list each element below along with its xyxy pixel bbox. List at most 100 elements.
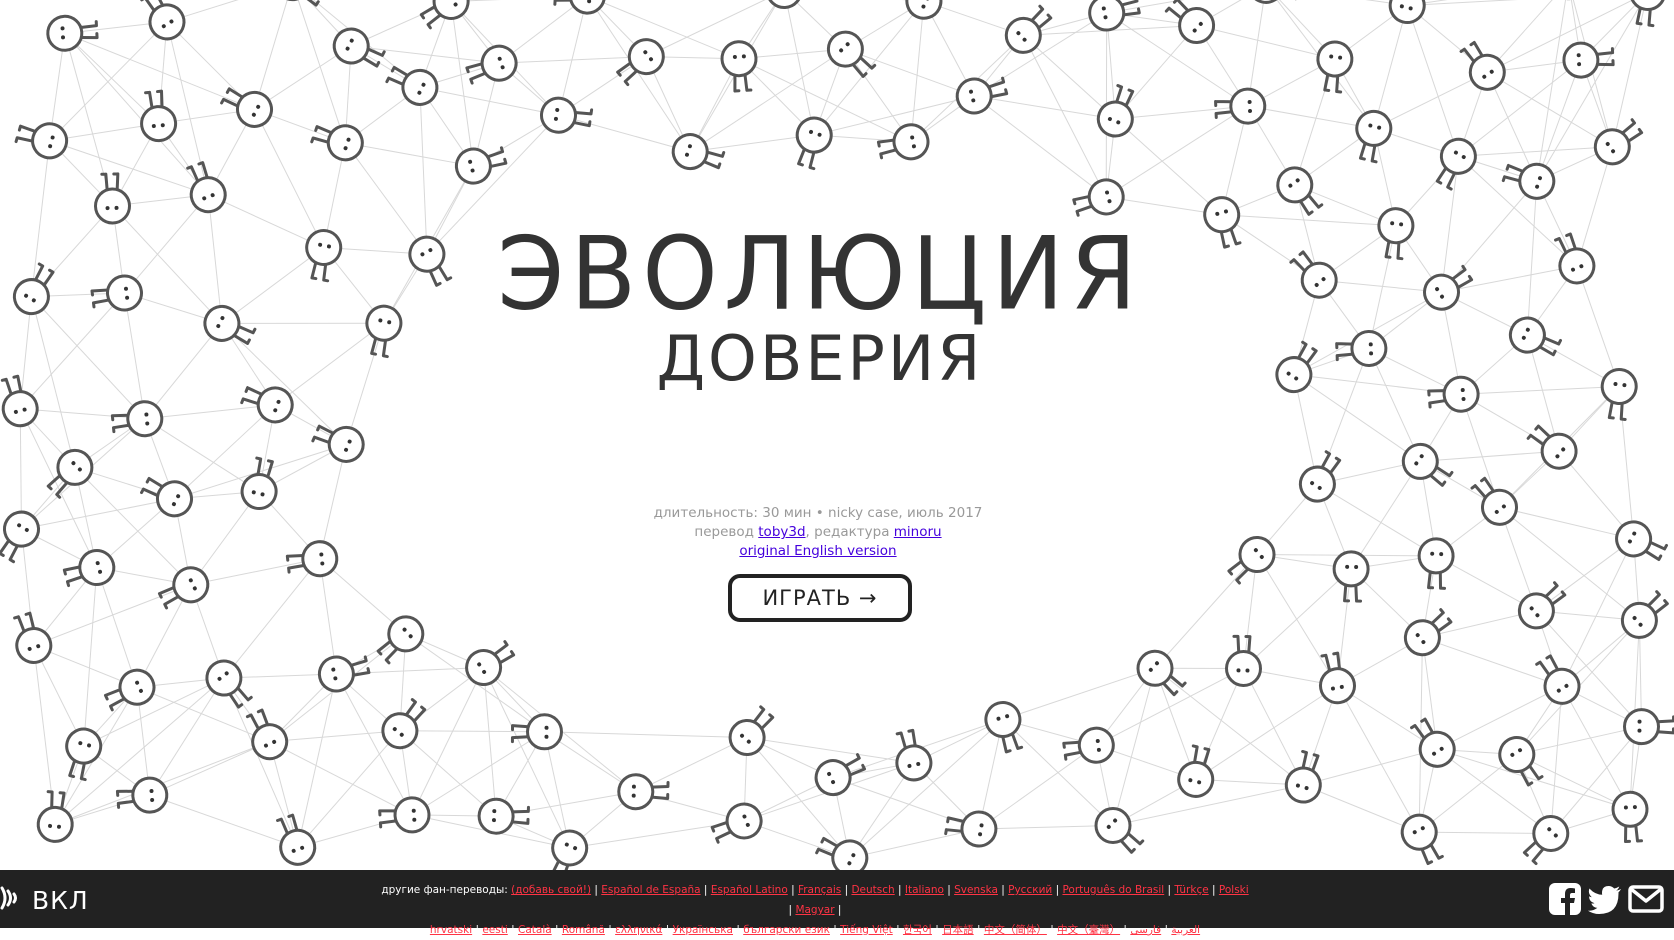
peep-figure [239,456,283,512]
translation-link[interactable]: Русский [1008,884,1052,896]
speaker-sound-icon [0,882,26,918]
peep-figure [47,15,98,52]
translation-link[interactable]: eesti [482,924,507,936]
peep-figure [1350,108,1394,164]
peep-figure [14,116,70,162]
peep-figure [371,610,430,668]
peep-figure [1314,40,1354,93]
peep-figure [1336,331,1386,367]
peep-figure [1532,0,1591,4]
translation-link[interactable]: Español Latino [711,884,788,896]
translation-link[interactable]: Italiano [905,884,944,896]
peep-figure [8,260,62,320]
peep-figure [1215,88,1265,124]
translation-link[interactable]: Українська [673,924,733,936]
translation-link[interactable]: فارسی [1130,924,1161,936]
peep-figure [1062,726,1115,766]
peep-figure [1624,709,1673,743]
peep-figure [136,0,191,45]
peep-figure [1397,438,1457,495]
original-version-link[interactable]: original English version [739,543,896,559]
translation-link[interactable]: Tiếng Việt [840,924,893,936]
peep-figure [0,373,41,429]
translation-link[interactable]: Português do Brasil [1062,884,1164,896]
peep-figure [1418,538,1454,589]
translation-link[interactable]: العربية [1171,924,1200,936]
translation-link[interactable]: 中文（简体） [984,924,1047,936]
translation-link[interactable]: (добавь свой!) [511,884,591,896]
translation-link[interactable]: Español de España [601,884,700,896]
translation-link[interactable]: Türkçe [1174,884,1208,896]
translation-link[interactable]: ελληνικά [615,924,662,936]
twitter-icon[interactable] [1587,880,1623,918]
email-icon[interactable] [1628,880,1664,918]
peep-figure [8,610,55,667]
sound-toggle[interactable]: ВКЛ [0,884,89,916]
peep-figure [155,562,214,614]
peep-figure [1598,368,1638,421]
peep-figure [1563,42,1613,78]
peep-figure [611,33,670,90]
peep-figure [460,636,520,691]
peep-figure [708,799,766,849]
translation-link[interactable]: Română [562,924,605,936]
peep-figure [1131,644,1190,702]
translation-link[interactable]: hrvatski [430,924,472,936]
peep-figure [788,114,835,171]
peep-figure [1505,312,1564,364]
peep-figure [379,797,430,834]
translation-link[interactable]: български език [743,924,830,936]
peep-figure [1071,176,1127,222]
translation-link[interactable]: 한국어 [903,924,932,936]
translations-row-1: другие фан-переводы: (добавь свой!) | Es… [380,880,1250,920]
peep-figure [1398,604,1457,661]
peep-figure [301,228,343,282]
translation-link[interactable]: Magyar [795,904,834,916]
peep-figure [1271,161,1327,221]
peep-figure [376,695,433,754]
translation-link[interactable]: Polski [1219,884,1249,896]
translator-link[interactable]: toby3d [758,524,805,540]
peep-figure [117,777,168,814]
peep-figure [669,130,726,178]
peep-figure [138,469,197,522]
peep-figure [1524,418,1583,476]
peep-figure [814,829,873,870]
peep-figure [200,654,257,714]
peep-figure [999,1,1058,59]
peep-figure [1501,155,1558,203]
peep-figure [361,303,404,358]
peep-figure [1162,0,1221,50]
peep-figure [1512,577,1571,635]
peep-figure [40,443,99,502]
peep-figure [1396,809,1448,868]
peep-figure [1549,230,1599,288]
translation-link[interactable]: 中文（臺灣） [1057,924,1120,936]
peep-figure [1286,245,1344,304]
peep-figure [1226,636,1261,685]
peep-figure [95,174,130,224]
other-translations-label: другие фан-переводы: [381,884,511,896]
peep-figure [139,90,178,142]
peep-figure [1615,586,1674,644]
facebook-icon[interactable] [1548,880,1582,918]
editor-link[interactable]: minoru [894,524,942,540]
peep-figure [1334,552,1369,602]
translation-link[interactable]: Català [518,924,552,936]
peep-figure [1626,0,1667,27]
translation-link[interactable]: Deutsch [851,884,894,896]
peep-figure [316,650,371,694]
peep-figure [384,58,443,111]
peep-figure [888,0,947,24]
peep-figure [542,826,592,870]
play-button[interactable]: ИГРАТЬ → [728,574,912,622]
translation-link[interactable]: Svenska [954,884,998,896]
peep-figure [1418,260,1478,315]
peep-figure [810,748,869,800]
peep-figure [101,665,160,717]
peep-figure [309,116,366,164]
peep-figure [404,231,457,290]
translation-link[interactable]: Français [798,884,841,896]
translation-link[interactable]: 日本語 [942,924,974,936]
peep-figure [478,799,528,835]
